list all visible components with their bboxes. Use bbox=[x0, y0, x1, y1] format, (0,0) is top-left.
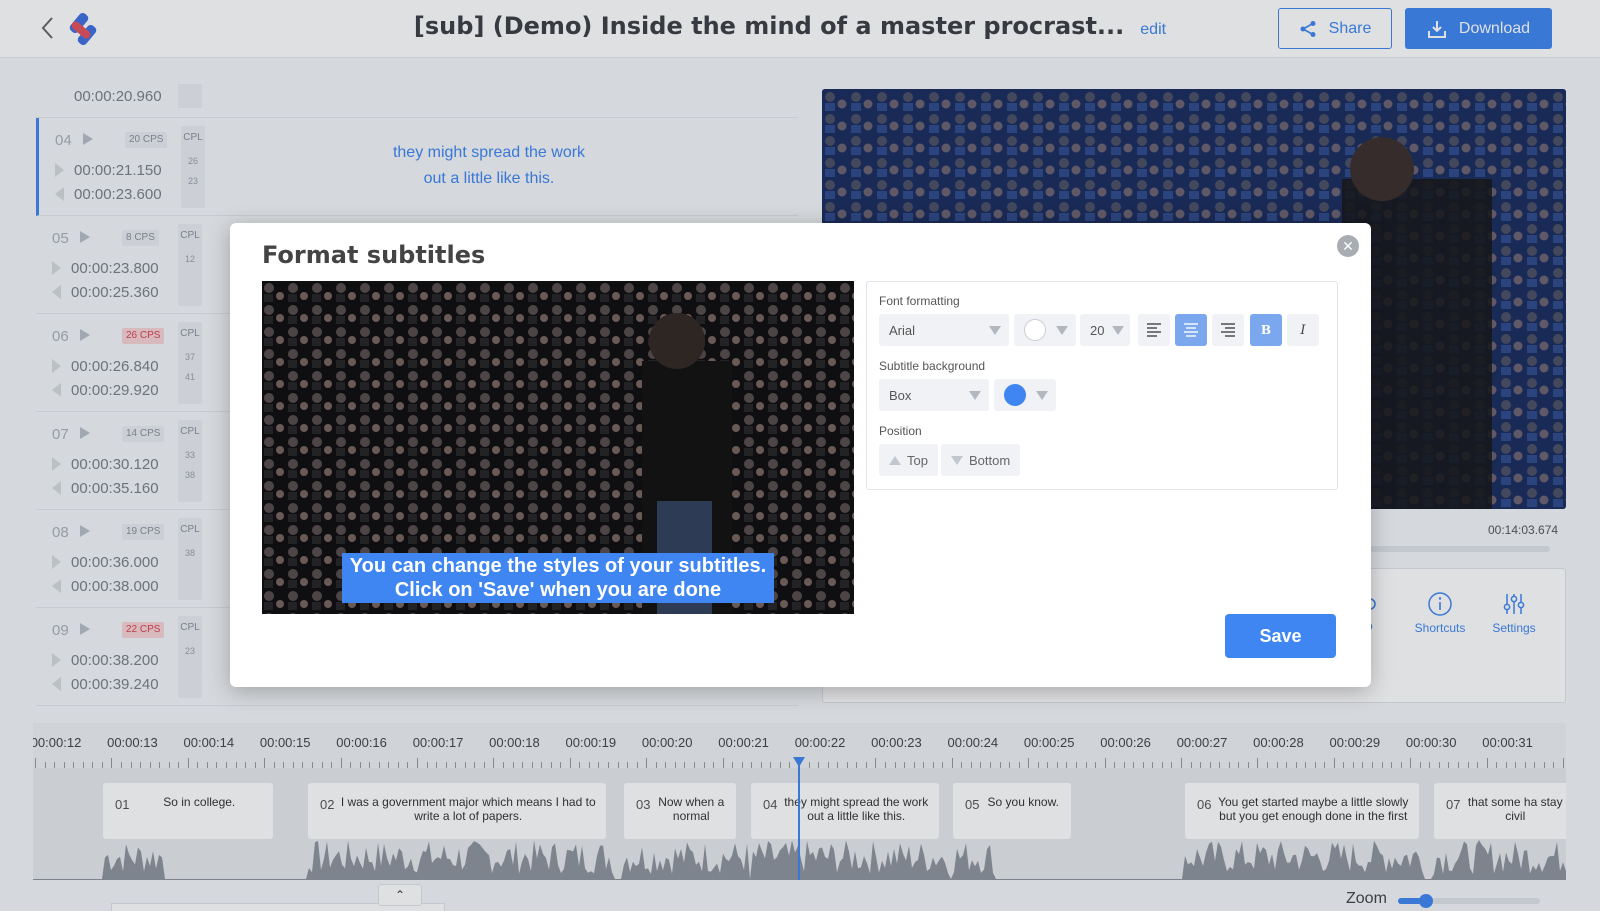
save-button[interactable]: Save bbox=[1225, 614, 1336, 658]
font-size-value: 20 bbox=[1090, 322, 1105, 338]
preview-caption-line2: Click on 'Save' when you are done bbox=[394, 579, 722, 601]
arrow-up-icon bbox=[889, 455, 901, 465]
italic-button[interactable]: I bbox=[1287, 314, 1319, 346]
bold-icon: B bbox=[1260, 323, 1272, 337]
format-options-panel: Font formatting Arial 20 B I Subtitle ba… bbox=[866, 281, 1338, 490]
format-subtitles-dialog: Format subtitles ✕ You can change the st… bbox=[230, 223, 1371, 687]
subtitle-preview: You can change the styles of your subtit… bbox=[262, 281, 854, 614]
italic-icon: I bbox=[1300, 322, 1306, 338]
close-dialog-button[interactable]: ✕ bbox=[1337, 235, 1359, 257]
align-center-button[interactable] bbox=[1175, 314, 1207, 346]
background-color-swatch bbox=[1004, 384, 1026, 406]
bold-button[interactable]: B bbox=[1250, 314, 1282, 346]
subtitle-background-label: Subtitle background bbox=[879, 359, 986, 373]
font-color-swatch bbox=[1024, 319, 1046, 341]
font-size-select[interactable]: 20 bbox=[1080, 314, 1130, 346]
position-top-label: Top bbox=[907, 452, 928, 468]
chevron-down-icon bbox=[1056, 326, 1068, 335]
chevron-down-icon bbox=[989, 326, 1001, 335]
dialog-title: Format subtitles bbox=[262, 241, 486, 269]
align-left-button[interactable] bbox=[1138, 314, 1170, 346]
position-bottom-button[interactable]: Bottom bbox=[941, 444, 1021, 476]
font-family-value: Arial bbox=[889, 322, 916, 338]
position-top-button[interactable]: Top bbox=[879, 444, 938, 476]
font-color-select[interactable] bbox=[1014, 314, 1076, 346]
position-bottom-label: Bottom bbox=[969, 452, 1011, 468]
chevron-down-icon bbox=[1112, 326, 1124, 335]
background-color-select[interactable] bbox=[994, 379, 1056, 411]
position-label: Position bbox=[879, 424, 922, 438]
preview-caption-line1: You can change the styles of your subtit… bbox=[349, 555, 767, 577]
font-family-select[interactable]: Arial bbox=[879, 314, 1009, 346]
preview-caption: You can change the styles of your subtit… bbox=[342, 553, 774, 603]
close-icon: ✕ bbox=[1342, 237, 1354, 254]
align-right-icon bbox=[1221, 323, 1235, 337]
align-center-icon bbox=[1184, 323, 1198, 337]
arrow-down-icon bbox=[951, 455, 963, 465]
background-style-value: Box bbox=[889, 387, 912, 403]
chevron-down-icon bbox=[1036, 391, 1048, 400]
background-style-select[interactable]: Box bbox=[879, 379, 989, 411]
align-left-icon bbox=[1147, 323, 1161, 337]
font-formatting-label: Font formatting bbox=[879, 294, 960, 308]
chevron-down-icon bbox=[969, 391, 981, 400]
align-right-button[interactable] bbox=[1212, 314, 1244, 346]
